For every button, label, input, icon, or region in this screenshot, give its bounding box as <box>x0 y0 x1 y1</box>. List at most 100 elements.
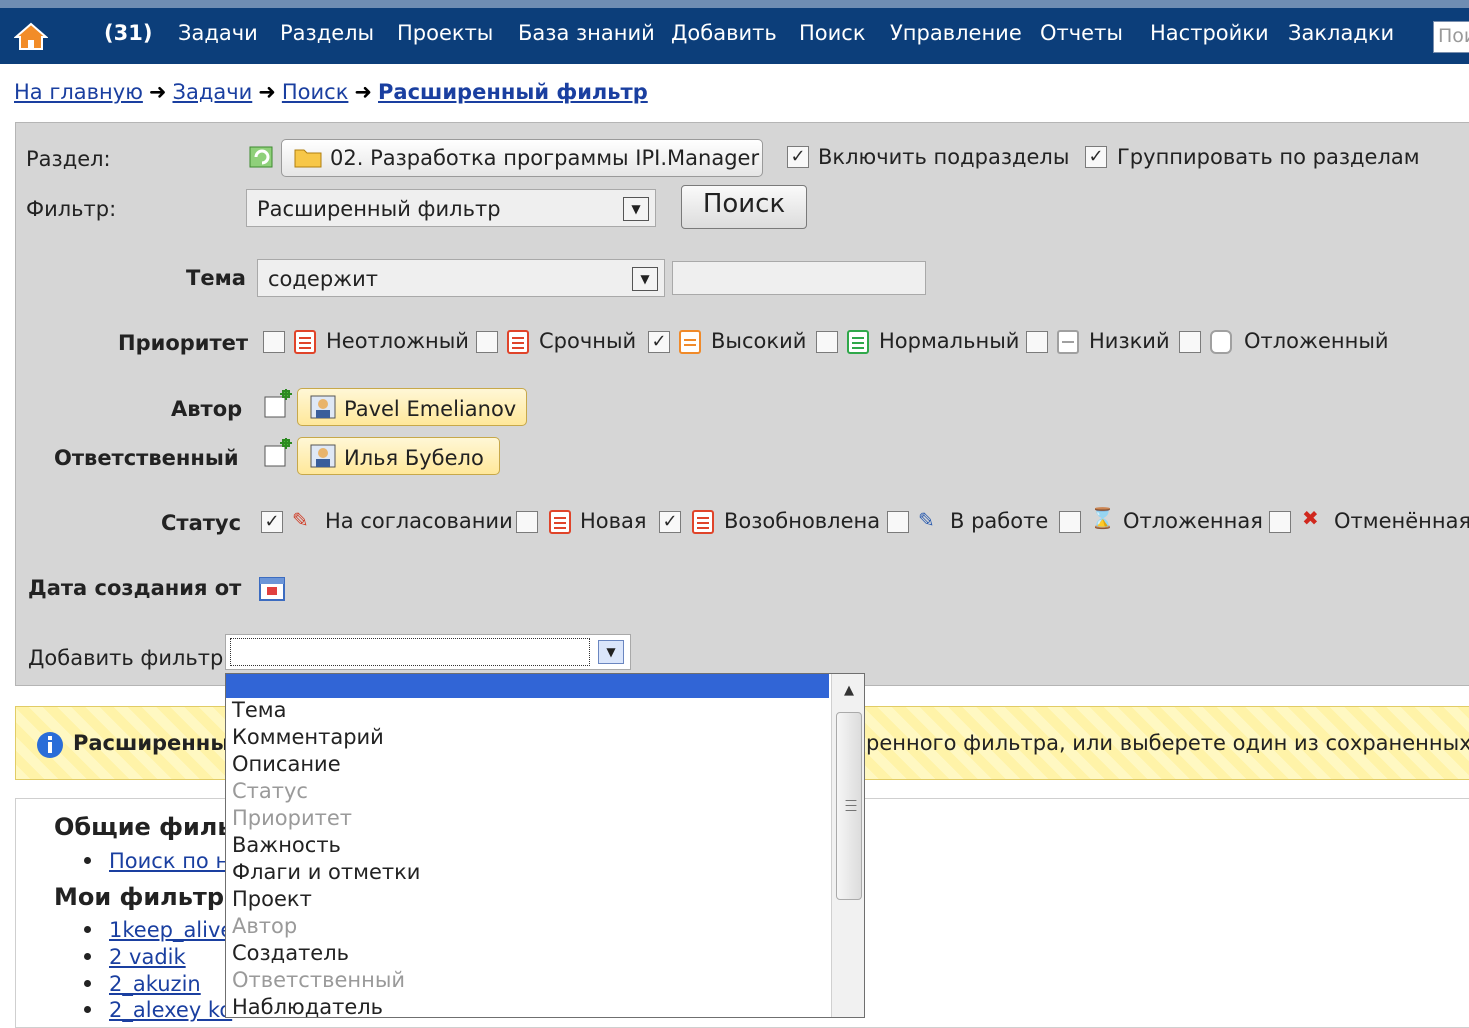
top-search-input[interactable]: Пои <box>1433 21 1469 53</box>
dropdown-option[interactable]: Флаги и отметки <box>232 860 420 887</box>
nav-sections[interactable]: Разделы <box>280 21 374 45</box>
status-new-checkbox[interactable] <box>516 511 538 533</box>
priority-critical-checkbox[interactable] <box>476 331 498 353</box>
edit-icon: ✎ <box>918 508 935 532</box>
dropdown-option[interactable]: Проект <box>232 887 312 914</box>
dropdown-option-disabled: Автор <box>232 914 298 938</box>
responsible-chip[interactable]: Илья Бубело <box>297 437 500 475</box>
list-icon <box>692 510 714 534</box>
chevron-down-icon: ▼ <box>632 267 658 291</box>
status-label: Статус <box>161 511 242 535</box>
priority-urgent-icon <box>294 330 316 354</box>
arrow-right-icon: ➜ <box>148 80 167 104</box>
info-text: ренного фильтра, или выберете один из со… <box>866 731 1469 755</box>
nav-add[interactable]: Добавить <box>671 21 777 45</box>
responsible-value: Илья Бубело <box>344 446 484 470</box>
user-icon <box>310 444 336 468</box>
nav-reports[interactable]: Отчеты <box>1040 21 1123 45</box>
list-item: 2_akuzin <box>84 972 201 996</box>
dropdown-option-disabled: Ответственный <box>232 968 406 992</box>
dropdown-option-blank[interactable] <box>226 674 829 698</box>
scrollbar-thumb[interactable]: — — — <box>836 712 862 900</box>
my-filter-link[interactable]: 1keep_alive <box>109 918 233 942</box>
priority-urgent-checkbox[interactable] <box>263 331 285 353</box>
dropdown-option[interactable]: Важность <box>232 833 341 860</box>
dropdown-option[interactable]: Наблюдатель <box>232 995 383 1017</box>
top-navigation-bar: (31) Задачи Разделы Проекты База знаний … <box>0 0 1469 64</box>
group-by-sections-label: Группировать по разделам <box>1117 145 1420 169</box>
list-item: Поиск по на <box>84 849 242 873</box>
task-counter[interactable]: (31) <box>104 21 152 45</box>
common-filter-link[interactable]: Поиск по на <box>109 849 242 873</box>
nav-tasks[interactable]: Задачи <box>178 21 258 45</box>
scroll-up-icon[interactable]: ▲ <box>832 674 864 708</box>
dropdown-option[interactable]: Тема <box>232 698 286 725</box>
topic-text-input[interactable] <box>672 261 926 295</box>
priority-high-checkbox[interactable]: ✓ <box>648 331 670 353</box>
dropdown-option[interactable]: Комментарий <box>232 725 384 752</box>
author-chip[interactable]: Pavel Emelianov <box>297 388 527 426</box>
breadcrumb-search[interactable]: Поиск <box>282 80 349 104</box>
info-icon <box>37 732 63 758</box>
dropdown-option[interactable]: Описание <box>232 752 341 779</box>
refresh-icon[interactable] <box>248 141 276 169</box>
nav-bookmarks[interactable]: Закладки <box>1288 21 1394 45</box>
priority-deferred-label: Отложенный <box>1244 329 1389 353</box>
priority-deferred-checkbox[interactable] <box>1179 331 1201 353</box>
group-by-sections-checkbox[interactable]: ✓ <box>1085 146 1107 168</box>
filter-value: Расширенный фильтр <box>257 197 501 221</box>
nav-knowledge-base[interactable]: База знаний <box>518 21 655 45</box>
dropdown-option-disabled: Приоритет <box>232 806 352 830</box>
priority-urgent-label: Неотложный <box>326 329 469 353</box>
priority-high-label: Высокий <box>711 329 807 353</box>
include-subsections-checkbox[interactable]: ✓ <box>787 146 809 168</box>
nav-search[interactable]: Поиск <box>799 21 866 45</box>
section-selector[interactable]: 02. Разработка программы IPI.Manager <box>281 139 763 177</box>
topic-condition-select[interactable]: содержит ▼ <box>257 259 665 297</box>
add-filter-dropdown-list[interactable]: Тема Комментарий Описание Статус Приорит… <box>225 673 865 1018</box>
my-filter-link[interactable]: 2_alexey ko <box>109 998 232 1022</box>
add-user-icon[interactable] <box>263 438 293 468</box>
home-icon[interactable] <box>14 22 48 50</box>
search-button[interactable]: Поиск <box>681 185 807 229</box>
nav-management[interactable]: Управление <box>890 21 1022 45</box>
add-filter-select[interactable]: ▼ <box>225 634 631 670</box>
status-approval-label: На согласовании <box>325 509 513 533</box>
filter-select[interactable]: Расширенный фильтр ▼ <box>246 189 656 227</box>
priority-normal-checkbox[interactable] <box>816 331 838 353</box>
status-new-label: Новая <box>580 509 647 533</box>
list-item: 2 vadik <box>84 945 186 969</box>
add-user-icon[interactable] <box>263 389 293 419</box>
section-value: 02. Разработка программы IPI.Manager <box>330 146 760 170</box>
breadcrumb-home[interactable]: На главную <box>14 80 143 104</box>
status-reopened-label: Возобновлена <box>724 509 881 533</box>
breadcrumb-tasks[interactable]: Задачи <box>172 80 252 104</box>
my-filter-link[interactable]: 2 vadik <box>109 945 186 969</box>
priority-critical-icon <box>507 330 529 354</box>
status-deferred-checkbox[interactable] <box>1059 511 1081 533</box>
status-reopened-checkbox[interactable]: ✓ <box>659 511 681 533</box>
my-filter-link[interactable]: 2_akuzin <box>109 972 201 996</box>
status-cancelled-checkbox[interactable] <box>1269 511 1291 533</box>
author-value: Pavel Emelianov <box>344 397 517 421</box>
nav-projects[interactable]: Проекты <box>397 21 493 45</box>
hourglass-icon: ⌛ <box>1090 506 1115 530</box>
topic-condition-value: содержит <box>268 267 378 291</box>
dropdown-option-disabled: Статус <box>232 779 308 803</box>
dropdown-option[interactable]: Создатель <box>232 941 349 968</box>
author-label: Автор <box>171 397 243 421</box>
calendar-icon[interactable] <box>259 575 285 601</box>
cancel-icon: ✖ <box>1302 506 1319 530</box>
breadcrumb: На главную ➜ Задачи ➜ Поиск ➜ Расширенный филь… <box>14 80 648 104</box>
status-approval-checkbox[interactable]: ✓ <box>261 511 283 533</box>
priority-critical-label: Срочный <box>539 329 637 353</box>
pencil-icon: ✎ <box>292 508 309 532</box>
priority-low-icon <box>1057 330 1079 354</box>
priority-normal-icon <box>847 330 869 354</box>
responsible-label: Ответственный <box>54 446 239 470</box>
breadcrumb-current: Расширенный фильтр <box>378 80 648 104</box>
dropdown-scrollbar[interactable]: ▲ — — — <box>831 674 864 1017</box>
priority-low-checkbox[interactable] <box>1026 331 1048 353</box>
status-in-progress-checkbox[interactable] <box>887 511 909 533</box>
nav-settings[interactable]: Настройки <box>1150 21 1269 45</box>
